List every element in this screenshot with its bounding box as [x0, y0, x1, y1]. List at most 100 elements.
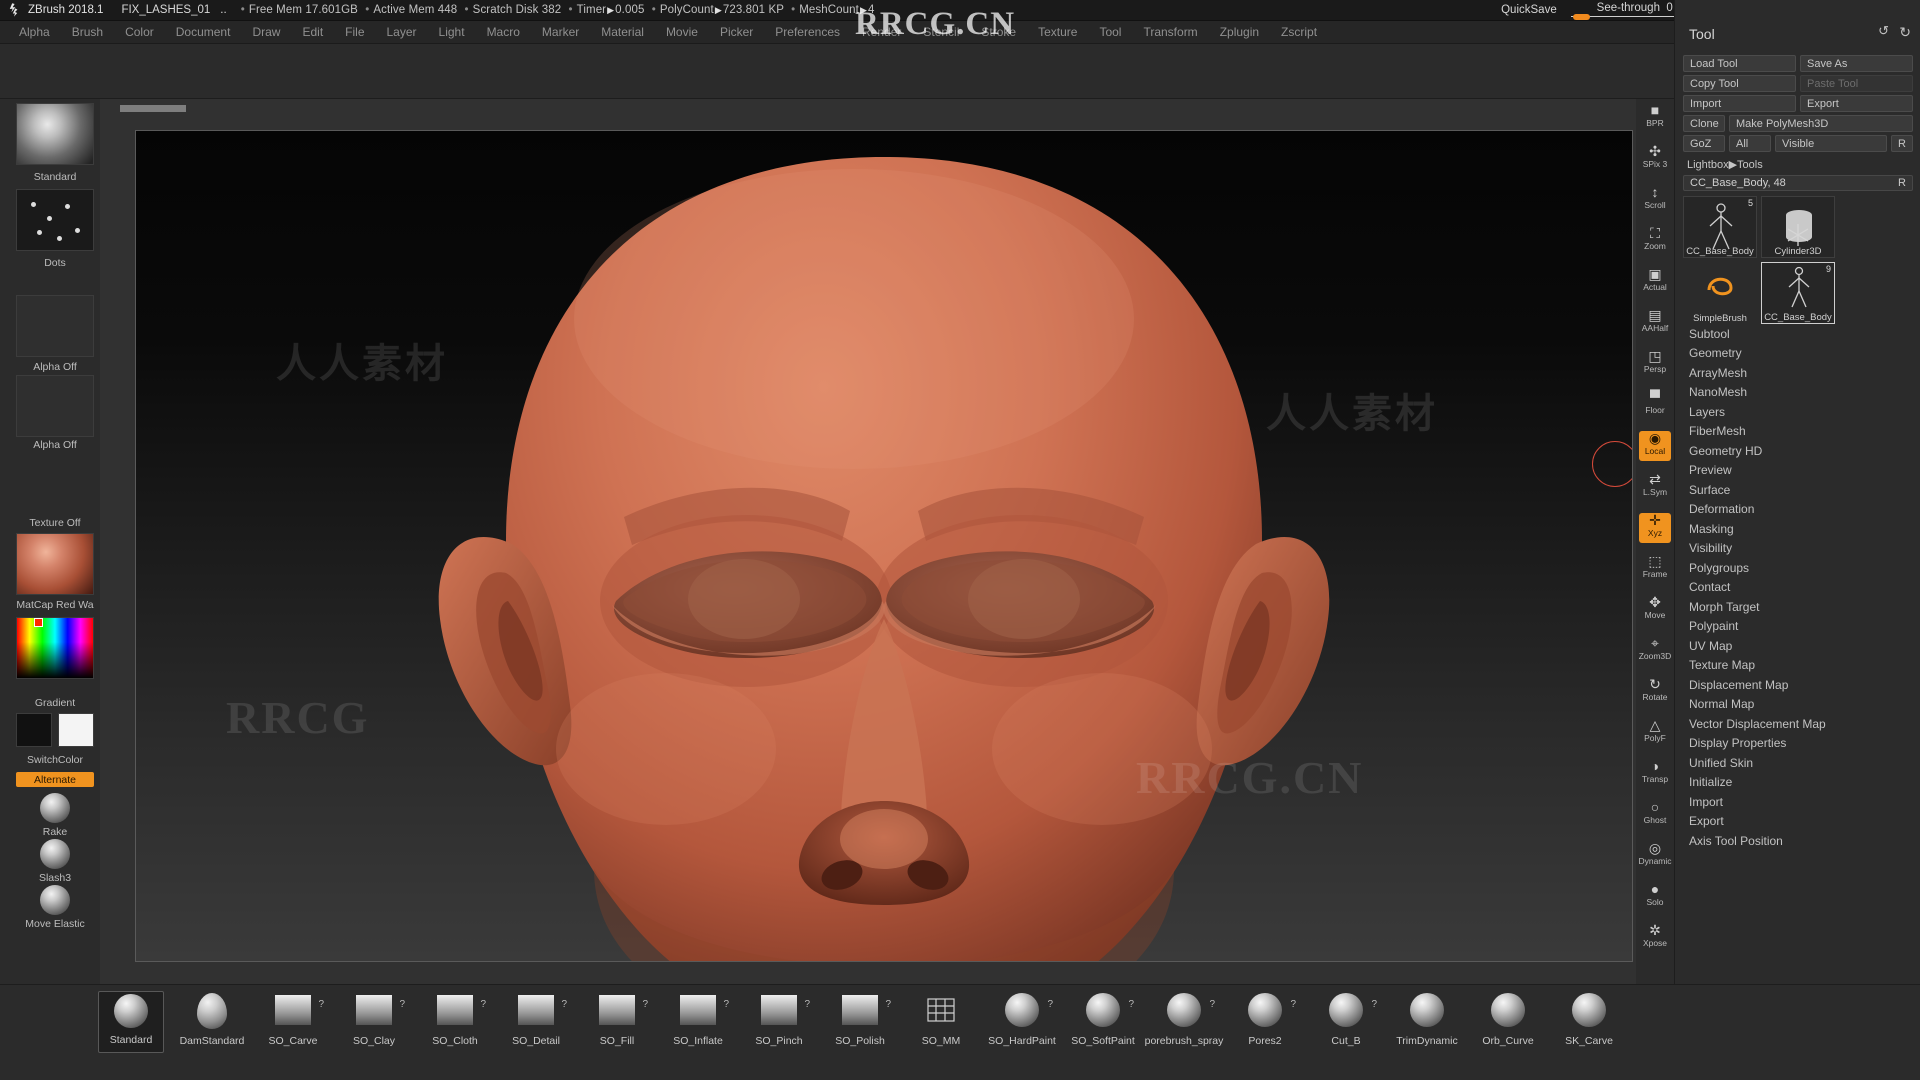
primary-color-swatch[interactable] [16, 713, 52, 747]
move-elastic-brush-icon[interactable] [40, 885, 70, 915]
brush-so-mm[interactable]: SO_MM [908, 991, 974, 1053]
tool-section-preview[interactable]: Preview [1675, 461, 1920, 481]
export-button[interactable]: Export [1800, 95, 1913, 112]
brush-so-polish[interactable]: SO_Polish? [827, 991, 893, 1053]
brush-sk-carve[interactable]: SK_Carve [1556, 991, 1622, 1053]
menu-item-light[interactable]: Light [428, 23, 476, 41]
menu-item-macro[interactable]: Macro [476, 23, 531, 41]
import-button[interactable]: Import [1683, 95, 1796, 112]
menu-item-render[interactable]: Render [851, 23, 912, 41]
alpha-brush-thumb[interactable] [16, 103, 94, 165]
brush-orb-curve[interactable]: Orb_Curve [1475, 991, 1541, 1053]
tool-section-unified-skin[interactable]: Unified Skin [1675, 753, 1920, 773]
brush-so-softpaint[interactable]: SO_SoftPaint? [1070, 991, 1136, 1053]
lightbox-tools-label[interactable]: Lightbox▶Tools [1687, 158, 1763, 171]
brush-so-hardpaint[interactable]: SO_HardPaint? [988, 991, 1056, 1053]
menu-item-preferences[interactable]: Preferences [764, 23, 851, 41]
brush-help-icon[interactable]: ? [1209, 999, 1215, 1010]
tool-section-fibermesh[interactable]: FiberMesh [1675, 422, 1920, 442]
brush-help-icon[interactable]: ? [642, 999, 648, 1010]
brush-help-icon[interactable]: ? [804, 999, 810, 1010]
menu-item-marker[interactable]: Marker [531, 23, 590, 41]
menu-item-edit[interactable]: Edit [291, 23, 334, 41]
canvas-top-scrollbar[interactable] [108, 105, 1626, 113]
tool-section-geometry[interactable]: Geometry [1675, 344, 1920, 364]
menu-item-brush[interactable]: Brush [61, 23, 114, 41]
tool-section-polygroups[interactable]: Polygroups [1675, 558, 1920, 578]
tool-section-surface[interactable]: Surface [1675, 480, 1920, 500]
tool-section-geometry-hd[interactable]: Geometry HD [1675, 441, 1920, 461]
brush-help-icon[interactable]: ? [318, 999, 324, 1010]
menu-item-file[interactable]: File [334, 23, 375, 41]
brush-help-icon[interactable]: ? [561, 999, 567, 1010]
panel-curve-icon[interactable]: ↺ [1878, 23, 1889, 39]
current-tool-name[interactable]: CC_Base_Body, 48 R [1683, 175, 1913, 191]
alternate-button[interactable]: Alternate [16, 772, 94, 787]
menu-item-movie[interactable]: Movie [655, 23, 709, 41]
menu-item-color[interactable]: Color [114, 23, 165, 41]
rail-spix-icon[interactable]: ✣ SPix 3 [1639, 144, 1671, 174]
tool-thumb-simplebrush[interactable]: SimpleBrush [1683, 262, 1757, 324]
alpha-thumb[interactable] [16, 375, 94, 437]
brush-pores2[interactable]: Pores2? [1232, 991, 1298, 1053]
brush-so-inflate[interactable]: SO_Inflate? [665, 991, 731, 1053]
brush-porebrush-spray[interactable]: porebrush_spray? [1145, 991, 1223, 1053]
switch-color-label[interactable]: SwitchColor [16, 754, 94, 766]
tool-section-uv-map[interactable]: UV Map [1675, 636, 1920, 656]
menu-item-transform[interactable]: Transform [1132, 23, 1208, 41]
menu-item-alpha[interactable]: Alpha [8, 23, 61, 41]
slash3-brush-icon[interactable] [40, 839, 70, 869]
menu-item-stencil[interactable]: Stencil [912, 23, 970, 41]
brush-cut-b[interactable]: Cut_B? [1313, 991, 1379, 1053]
rail-persp-icon[interactable]: ◳ Persp [1639, 349, 1671, 379]
rail-bpr-icon[interactable]: ■ BPR [1639, 103, 1671, 133]
secondary-color-swatch[interactable] [58, 713, 94, 747]
alpha-off-thumb[interactable] [16, 295, 94, 357]
brush-standard[interactable]: Standard [98, 991, 164, 1053]
brush-help-icon[interactable]: ? [1290, 999, 1296, 1010]
quicksave-button[interactable]: QuickSave [1501, 4, 1557, 16]
tool-section-texture-map[interactable]: Texture Map [1675, 656, 1920, 676]
menu-item-document[interactable]: Document [165, 23, 242, 41]
brush-help-icon[interactable]: ? [399, 999, 405, 1010]
rail-local-icon[interactable]: ◉ Local [1639, 431, 1671, 461]
rail-lsym-icon[interactable]: ⇄ L.Sym [1639, 472, 1671, 502]
rail-zoom-icon[interactable]: ⛶ Zoom [1639, 226, 1671, 256]
tool-section-import[interactable]: Import [1675, 792, 1920, 812]
menu-item-zscript[interactable]: Zscript [1270, 23, 1328, 41]
rail-xyz-icon[interactable]: ✛ Xyz [1639, 513, 1671, 543]
menu-item-tool[interactable]: Tool [1088, 23, 1132, 41]
brush-so-pinch[interactable]: SO_Pinch? [746, 991, 812, 1053]
tool-section-subtool[interactable]: Subtool [1675, 324, 1920, 344]
menu-item-texture[interactable]: Texture [1027, 23, 1088, 41]
r-button[interactable]: R [1891, 135, 1913, 152]
stroke-thumb[interactable] [16, 189, 94, 251]
load-tool-button[interactable]: Load Tool [1683, 55, 1796, 72]
brush-trimdynamic[interactable]: TrimDynamic [1394, 991, 1460, 1053]
visible-button[interactable]: Visible [1775, 135, 1887, 152]
brush-help-icon[interactable]: ? [885, 999, 891, 1010]
current-tool-r[interactable]: R [1898, 177, 1906, 189]
tool-section-contact[interactable]: Contact [1675, 578, 1920, 598]
brush-help-icon[interactable]: ? [1128, 999, 1134, 1010]
menu-item-stroke[interactable]: Stroke [970, 23, 1027, 41]
menu-item-draw[interactable]: Draw [241, 23, 291, 41]
tool-thumb-cc-base-body-2[interactable]: 9 CC_Base_Body [1761, 262, 1835, 324]
make-polymesh3d-button[interactable]: Make PolyMesh3D [1729, 115, 1913, 132]
brush-so-fill[interactable]: SO_Fill? [584, 991, 650, 1053]
menu-item-material[interactable]: Material [590, 23, 655, 41]
panel-close-icon[interactable]: ↻ [1899, 24, 1911, 41]
tool-section-arraymesh[interactable]: ArrayMesh [1675, 363, 1920, 383]
clone-button[interactable]: Clone [1683, 115, 1725, 132]
rail-xpose-icon[interactable]: ✲ Xpose [1639, 923, 1671, 953]
tool-section-masking[interactable]: Masking [1675, 519, 1920, 539]
canvas-area[interactable]: 人人素材 RRCG 人人素材 RRCG.CN [100, 99, 1636, 984]
brush-help-icon[interactable]: ? [723, 999, 729, 1010]
rail-solo-icon[interactable]: ● Solo [1639, 882, 1671, 912]
brush-so-clay[interactable]: SO_Clay? [341, 991, 407, 1053]
tool-section-morph-target[interactable]: Morph Target [1675, 597, 1920, 617]
brush-help-icon[interactable]: ? [480, 999, 486, 1010]
tool-thumb-cc-base-body-1[interactable]: 5 CC_Base_Body [1683, 196, 1757, 258]
copy-tool-button[interactable]: Copy Tool [1683, 75, 1796, 92]
tool-section-vector-displacement-map[interactable]: Vector Displacement Map [1675, 714, 1920, 734]
